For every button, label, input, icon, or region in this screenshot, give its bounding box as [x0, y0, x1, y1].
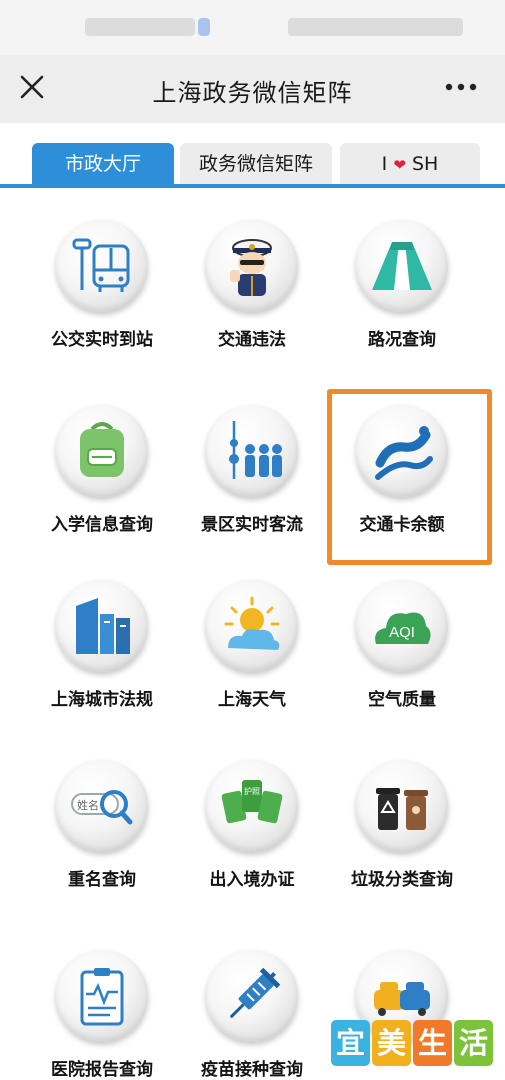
more-button[interactable]: [443, 77, 479, 97]
page-title: 上海政务微信矩阵: [152, 79, 353, 107]
more-icon: [445, 83, 477, 91]
close-icon: [20, 75, 44, 99]
service-label: 交通违法: [218, 330, 286, 350]
service-road-conditions[interactable]: 路况查询: [337, 189, 467, 359]
service-duplicate-name[interactable]: 姓名 重名查询: [37, 729, 167, 899]
name-search-icon: 姓名: [56, 760, 148, 852]
title-bar: 上海政务微信矩阵: [0, 55, 505, 123]
service-air-quality[interactable]: AQI 空气质量: [337, 549, 467, 719]
watermark-char: 宜: [331, 1020, 370, 1066]
service-bus-arrival[interactable]: 公交实时到站: [37, 189, 167, 359]
watermark-char: 美: [372, 1020, 411, 1066]
heart-icon: ❤: [393, 156, 406, 174]
road-icon: [356, 220, 448, 312]
tab-i-love-sh[interactable]: I ❤ SH: [340, 143, 480, 185]
medical-report-icon: [56, 950, 148, 1042]
service-scenic-crowd[interactable]: 景区实时客流: [187, 374, 317, 544]
service-garbage-sorting[interactable]: 垃圾分类查询: [337, 729, 467, 899]
tab-municipal-hall[interactable]: 市政大厅: [32, 143, 174, 185]
aqi-text: AQI: [389, 624, 415, 641]
passport-text: 护照: [244, 786, 260, 796]
watermark-char: 活: [454, 1020, 493, 1066]
service-school-enrollment[interactable]: 入学信息查询: [37, 374, 167, 544]
city-buildings-icon: [56, 580, 148, 672]
passport-cards-icon: 护照: [206, 760, 298, 852]
tab-i-love-sh-prefix: I: [381, 153, 388, 175]
status-blur-left: [85, 18, 195, 36]
tab-wechat-matrix[interactable]: 政务微信矩阵: [180, 143, 332, 185]
service-exit-entry-permit[interactable]: 护照 出入境办证: [187, 729, 317, 899]
service-city-regulations[interactable]: 上海城市法规: [37, 549, 167, 719]
watermark-logo: 宜 美 生 活: [331, 1020, 495, 1068]
service-label: 疫苗接种查询: [201, 1060, 303, 1080]
tab-underline: [0, 184, 505, 188]
service-label: 医院报告查询: [51, 1060, 153, 1080]
traffic-police-icon: [206, 220, 298, 312]
service-label: 重名查询: [68, 870, 136, 890]
service-label: 景区实时客流: [201, 515, 303, 535]
trash-bins-icon: [356, 760, 448, 852]
service-vaccine[interactable]: 疫苗接种查询: [187, 919, 317, 1080]
service-label: 上海城市法规: [51, 690, 153, 710]
service-traffic-violation[interactable]: 交通违法: [187, 189, 317, 359]
watermark-char: 生: [413, 1020, 452, 1066]
service-label: 公交实时到站: [51, 330, 153, 350]
status-bar: [0, 0, 505, 55]
name-text: 姓名: [77, 798, 99, 812]
school-bag-icon: [56, 405, 148, 497]
aqi-cloud-icon: AQI: [356, 580, 448, 672]
service-label: 空气质量: [368, 690, 436, 710]
bus-stop-icon: [56, 220, 148, 312]
service-label: 上海天气: [218, 690, 286, 710]
syringe-icon: [206, 950, 298, 1042]
tab-bar: 市政大厅 政务微信矩阵 I ❤ SH: [0, 123, 505, 189]
tab-i-love-sh-suffix: SH: [411, 153, 439, 175]
service-hospital-report[interactable]: 医院报告查询: [37, 919, 167, 1080]
service-label: 垃圾分类查询: [351, 870, 453, 890]
service-label: 路况查询: [368, 330, 436, 350]
close-button[interactable]: [16, 71, 48, 103]
highlight-box: [327, 389, 492, 565]
tower-crowd-icon: [206, 405, 298, 497]
status-blur-right: [288, 18, 463, 36]
status-blur-dot: [198, 18, 210, 36]
service-label: 出入境办证: [209, 870, 295, 890]
weather-icon: [206, 580, 298, 672]
service-label: 入学信息查询: [51, 515, 153, 535]
service-shanghai-weather[interactable]: 上海天气: [187, 549, 317, 719]
